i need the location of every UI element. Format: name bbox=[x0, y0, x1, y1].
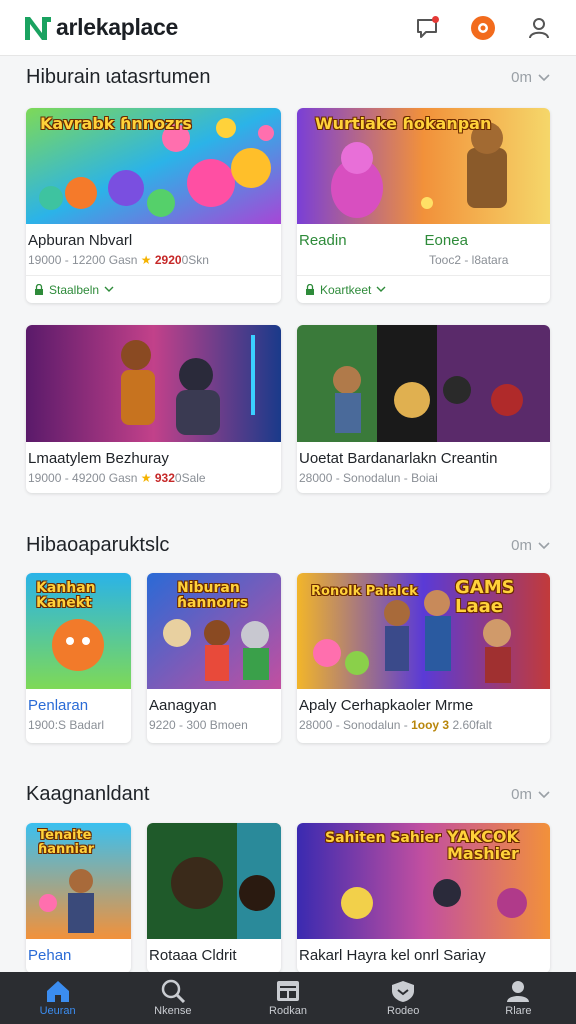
game-thumbnail: Sahiten Sahier YAKCOK Mashier bbox=[297, 823, 550, 939]
nav-item-profile[interactable]: Rlare bbox=[461, 972, 576, 1024]
card-title: Aanagyan bbox=[149, 697, 217, 714]
thumbnail-caption: Wurtiake ɦokanpan bbox=[315, 114, 492, 133]
game-thumbnail bbox=[147, 823, 281, 939]
section-title: Hiburain ɩatasrtumen bbox=[26, 66, 211, 88]
card-title: Pehan bbox=[28, 947, 72, 964]
card-meta: 28000 - Sonodalun - 1ooy 3 2.60falt bbox=[299, 718, 492, 732]
card-title: Apaly Cerhapkaoler Mrme bbox=[299, 697, 474, 714]
card-meta: 19000 - 12200 Gasn ★ 29200Skn bbox=[28, 253, 209, 267]
card-title: Rotaaa Cldrit bbox=[149, 947, 237, 964]
game-thumbnail bbox=[297, 325, 550, 442]
star-icon: ★ bbox=[140, 253, 152, 267]
game-card[interactable]: Rotaaa Cldrit bbox=[147, 823, 281, 973]
card-meta: 28000 - Sonodalun - Boiai bbox=[299, 471, 438, 485]
chevron-down-icon bbox=[376, 286, 386, 292]
chevron-down-icon bbox=[538, 541, 550, 549]
game-card[interactable]: Uoetat Bardanarlakn Creantin 28000 - Son… bbox=[297, 325, 550, 493]
card-title: Apburan Nbvarl bbox=[28, 232, 133, 249]
card-title: Penlaran bbox=[28, 697, 89, 714]
thumbnail-caption: Ronolk Paialck bbox=[311, 584, 418, 599]
category-chip[interactable]: Koartkeet bbox=[297, 275, 550, 303]
nav-item-shield[interactable]: Rodeo bbox=[346, 972, 461, 1024]
card-meta: Tooc2 - l8atara bbox=[429, 253, 509, 267]
user-icon[interactable] bbox=[524, 13, 554, 43]
game-thumbnail: Tenaite ɦanniar bbox=[26, 823, 131, 939]
nav-item-home[interactable]: Ueuran bbox=[0, 972, 115, 1024]
notification-dot bbox=[432, 15, 439, 23]
bottom-nav: Ueuran Nkense Rodkan Rodeo Rlare bbox=[0, 972, 576, 1024]
logo[interactable]: arlekaplace bbox=[22, 13, 178, 43]
game-card[interactable]: Wurtiake ɦokanpan Readin Eonea Tooc2 - l8… bbox=[297, 108, 550, 303]
star-icon: ★ bbox=[140, 471, 152, 485]
game-card[interactable]: Lmaatylem Bezhuray 19000 - 49200 Gasn ★ … bbox=[26, 325, 281, 493]
card-meta: 19000 - 49200 Gasn ★ 9320Sale bbox=[28, 471, 206, 485]
game-card[interactable]: Kavrabk ɦnnozrs Apburan Nbvarl 19000 - 1… bbox=[26, 108, 281, 303]
card-meta: 9220 - 300 Bmoen bbox=[149, 718, 248, 732]
see-more-link[interactable]: 0m bbox=[511, 537, 550, 554]
chat-icon[interactable] bbox=[412, 13, 442, 43]
thumbnail-caption: Kavrabk ɦnnozrs bbox=[40, 114, 192, 133]
card-title: Readin Eonea bbox=[299, 232, 468, 249]
logo-n-icon bbox=[25, 16, 51, 40]
orange-record-icon[interactable] bbox=[468, 13, 498, 43]
section-title: Kaagnanldant bbox=[26, 783, 150, 805]
app-root: arlekaplace Hiburain ɩatasrtumen 0m Kavr… bbox=[0, 0, 576, 1024]
lock-icon bbox=[35, 284, 43, 295]
lock-icon bbox=[306, 284, 314, 295]
section-header: Kaagnanldant 0m bbox=[26, 783, 550, 806]
game-card[interactable]: Tenaite ɦanniar Pehan bbox=[26, 823, 131, 973]
game-thumbnail: Wurtiake ɦokanpan bbox=[297, 108, 550, 224]
game-thumbnail: Kavrabk ɦnnozrs bbox=[26, 108, 281, 224]
see-more-link[interactable]: 0m bbox=[511, 69, 550, 86]
card-meta: 1900:S Badarl bbox=[28, 718, 105, 732]
game-card[interactable]: Kanhan Kanekt Penlaran 1900:S Badarl bbox=[26, 573, 131, 743]
see-more-link[interactable]: 0m bbox=[511, 786, 550, 803]
chevron-down-icon bbox=[538, 790, 550, 798]
card-title: Uoetat Bardanarlakn Creantin bbox=[299, 450, 498, 467]
game-thumbnail: Kanhan Kanekt bbox=[26, 573, 131, 689]
section-title: Hibaoaparuktslc bbox=[26, 534, 170, 556]
chevron-down-icon bbox=[104, 286, 114, 292]
thumbnail-caption: Tenaite ɦanniar bbox=[38, 828, 95, 857]
category-chip[interactable]: Staalbeln bbox=[26, 275, 281, 303]
section-header: Hibaoaparuktslc 0m bbox=[26, 534, 550, 557]
card-title: Lmaatylem Bezhuray bbox=[28, 450, 169, 467]
game-thumbnail: Niburan ɦannorrs bbox=[147, 573, 281, 689]
profile-icon bbox=[507, 981, 530, 1002]
nav-item-grid[interactable]: Rodkan bbox=[230, 972, 345, 1024]
game-card[interactable]: Sahiten Sahier YAKCOK Mashier Rakarl Hay… bbox=[297, 823, 550, 973]
logo-text: arlekaplace bbox=[56, 14, 179, 40]
home-icon bbox=[46, 981, 69, 1002]
nav-item-search[interactable]: Nkense bbox=[115, 972, 230, 1024]
search-icon bbox=[161, 979, 185, 1003]
grid-icon bbox=[277, 981, 299, 1001]
game-card[interactable]: Ronolk Paialck GAMS Laae Apaly Cerhapkao… bbox=[297, 573, 550, 743]
game-card[interactable]: Niburan ɦannorrs Aanagyan 9220 - 300 Bmo… bbox=[147, 573, 281, 743]
thumbnail-caption: Kanhan Kanekt bbox=[36, 580, 96, 611]
game-thumbnail: Ronolk Paialck GAMS Laae bbox=[297, 573, 550, 689]
thumbnail-caption: YAKCOK Mashier bbox=[447, 827, 519, 863]
top-header: arlekaplace bbox=[0, 0, 576, 56]
game-thumbnail bbox=[26, 325, 281, 442]
thumbnail-caption: Sahiten Sahier bbox=[325, 830, 442, 846]
card-title: Rakarl Hayra kel onrl Sariay bbox=[299, 947, 486, 964]
thumbnail-caption: Niburan ɦannorrs bbox=[177, 580, 249, 611]
section-header: Hiburain ɩatasrtumen 0m bbox=[26, 66, 550, 89]
chevron-down-icon bbox=[538, 73, 550, 81]
thumbnail-caption: GAMS Laae bbox=[455, 577, 515, 617]
shield-icon bbox=[392, 981, 415, 1002]
